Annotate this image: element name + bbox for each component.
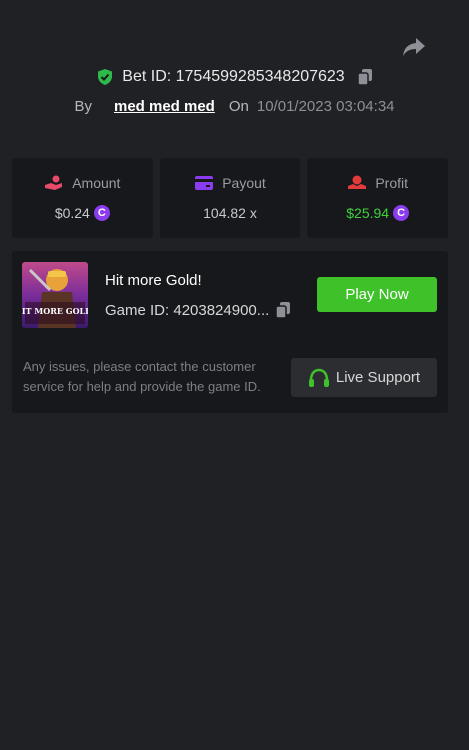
game-card: HIT MORE GOLD! Hit more Gold! Game ID: 4… — [12, 251, 448, 413]
game-title: Hit more Gold! — [105, 272, 202, 289]
stat-label: Amount — [72, 175, 121, 191]
headset-icon — [308, 368, 330, 388]
live-support-label: Live Support — [335, 369, 421, 386]
share-arrow-icon — [403, 38, 425, 56]
coin-icon: C — [93, 205, 110, 221]
game-id-row: Game ID: 4203824900... — [105, 301, 291, 319]
username-link[interactable]: med med med — [114, 98, 215, 115]
game-thumbnail[interactable]: HIT MORE GOLD! — [22, 262, 88, 328]
by-label: By — [74, 98, 92, 115]
shield-check-icon — [96, 68, 114, 86]
thumbnail-title: HIT MORE GOLD! — [22, 306, 88, 316]
hand-coin-icon — [44, 175, 64, 191]
stat-amount: Amount $0.24 C — [12, 158, 153, 238]
help-text: Any issues, please contact the customer … — [23, 359, 261, 394]
stat-value: 104.82 x — [203, 205, 257, 221]
hand-money-icon — [347, 175, 367, 191]
stat-value: $0.24 — [54, 205, 90, 221]
live-support-button[interactable]: Live Support — [291, 358, 437, 397]
coin-icon: C — [393, 205, 410, 221]
stat-profit: Profit $25.94 C — [307, 158, 449, 238]
bet-id-row: Bet ID: 1754599285348207623 — [0, 68, 469, 86]
share-button[interactable] — [401, 34, 427, 60]
stat-label: Profit — [375, 175, 409, 191]
play-now-button[interactable]: Play Now — [317, 277, 437, 312]
on-label: On — [228, 98, 249, 115]
bet-id-text: Bet ID: 1754599285348207623 — [122, 68, 345, 85]
stats-row: Amount $0.24 C Payout 104.82 x Profit $2… — [12, 158, 449, 238]
copy-bet-id-icon[interactable] — [356, 68, 373, 86]
bet-date: 10/01/2023 03:04:34 — [256, 98, 395, 115]
stat-value: $25.94 — [346, 205, 390, 221]
stat-payout: Payout 104.82 x — [159, 158, 301, 238]
copy-game-id-icon[interactable] — [275, 301, 291, 319]
stat-label: Payout — [222, 175, 266, 191]
author-row: By med med med On 10/01/2023 03:04:34 — [0, 98, 469, 115]
card-icon — [194, 175, 214, 191]
game-id-text: Game ID: 4203824900... — [105, 301, 270, 319]
